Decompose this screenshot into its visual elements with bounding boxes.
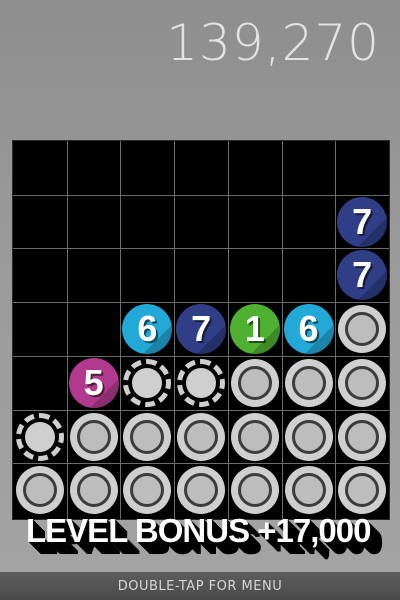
gray-disc — [282, 463, 336, 517]
cracked-disc-core — [186, 367, 217, 398]
cracked-disc — [174, 356, 228, 410]
gray-disc-outer — [338, 466, 387, 515]
gray-disc — [228, 410, 282, 464]
cracked-disc-rim — [123, 358, 172, 407]
disc-body: 6 — [283, 304, 334, 355]
cracked-disc-rim — [16, 412, 64, 461]
cracked-disc — [120, 356, 174, 410]
cracked-disc — [13, 410, 67, 464]
number-disc: 6 — [282, 302, 336, 356]
gray-disc-ring — [291, 473, 326, 508]
gray-disc — [120, 463, 174, 517]
gray-disc-outer — [338, 305, 387, 354]
gray-disc-ring — [184, 419, 219, 454]
disc-body: 7 — [176, 304, 227, 355]
gray-disc — [174, 463, 228, 517]
gray-disc — [228, 463, 282, 517]
gray-disc-outer — [16, 466, 64, 515]
grid-line — [13, 194, 389, 196]
cracked-disc-core — [132, 367, 163, 398]
gray-disc-outer — [177, 466, 226, 515]
number-disc: 7 — [174, 302, 228, 356]
gray-disc-outer — [230, 466, 279, 515]
menu-hint-text: DOUBLE-TAP FOR MENU — [117, 578, 283, 594]
menu-hint-bar[interactable]: DOUBLE-TAP FOR MENU — [0, 572, 400, 600]
disc-number: 5 — [83, 361, 104, 403]
disc-number: 1 — [244, 308, 265, 350]
number-disc: 1 — [228, 302, 282, 356]
disc-body: 6 — [122, 304, 173, 355]
gray-disc — [335, 463, 389, 517]
gray-disc-ring — [345, 473, 380, 508]
gray-disc-outer — [230, 412, 279, 461]
gray-disc-ring — [76, 419, 111, 454]
gray-disc-ring — [291, 419, 326, 454]
gray-disc-ring — [237, 473, 272, 508]
disc-body: 7 — [337, 250, 388, 301]
gray-disc-outer — [177, 412, 226, 461]
gray-disc — [335, 410, 389, 464]
disc-number: 6 — [137, 308, 158, 350]
gray-disc-outer — [230, 358, 279, 407]
gray-disc-outer — [284, 412, 333, 461]
gray-disc — [335, 302, 389, 356]
gray-disc-outer — [284, 466, 333, 515]
gray-disc — [120, 410, 174, 464]
gray-disc-ring — [184, 473, 219, 508]
gray-disc-ring — [237, 419, 272, 454]
gray-disc-outer — [69, 412, 118, 461]
score-display: 139,270 — [166, 14, 380, 72]
gray-disc-outer — [338, 412, 387, 461]
disc-number: 7 — [352, 254, 373, 296]
game-board[interactable]: 7767165 — [12, 140, 390, 520]
gray-disc-ring — [291, 365, 326, 400]
gray-disc — [282, 356, 336, 410]
gray-disc-outer — [69, 466, 118, 515]
gray-disc — [67, 410, 121, 464]
gray-disc — [13, 463, 67, 517]
gray-disc-ring — [130, 419, 165, 454]
gray-disc-ring — [345, 419, 380, 454]
gray-disc-outer — [123, 466, 172, 515]
disc-number: 6 — [298, 308, 319, 350]
gray-disc-ring — [23, 473, 57, 508]
gray-disc-ring — [237, 365, 272, 400]
number-disc: 6 — [120, 302, 174, 356]
gray-disc-outer — [284, 358, 333, 407]
disc-body: 7 — [337, 196, 388, 247]
gray-disc-ring — [345, 365, 380, 400]
disc-number: 7 — [352, 200, 373, 242]
gray-disc — [282, 410, 336, 464]
disc-body: 5 — [68, 357, 119, 408]
gray-disc-outer — [338, 358, 387, 407]
disc-body: 1 — [229, 304, 280, 355]
gray-disc — [228, 356, 282, 410]
cracked-disc-rim — [177, 358, 226, 407]
gray-disc-ring — [130, 473, 165, 508]
level-bonus-banner: LEVEL BONUS +17,000 — [26, 512, 371, 549]
gray-disc — [335, 356, 389, 410]
cracked-disc-core — [25, 421, 55, 452]
disc-number: 7 — [191, 308, 212, 350]
number-disc: 7 — [335, 195, 389, 249]
gray-disc — [67, 463, 121, 517]
gray-disc-outer — [123, 412, 172, 461]
gray-disc-ring — [76, 473, 111, 508]
number-disc: 7 — [335, 248, 389, 302]
grid-line — [13, 248, 389, 250]
gray-disc-ring — [345, 312, 380, 347]
gray-disc — [174, 410, 228, 464]
number-disc: 5 — [67, 356, 121, 410]
